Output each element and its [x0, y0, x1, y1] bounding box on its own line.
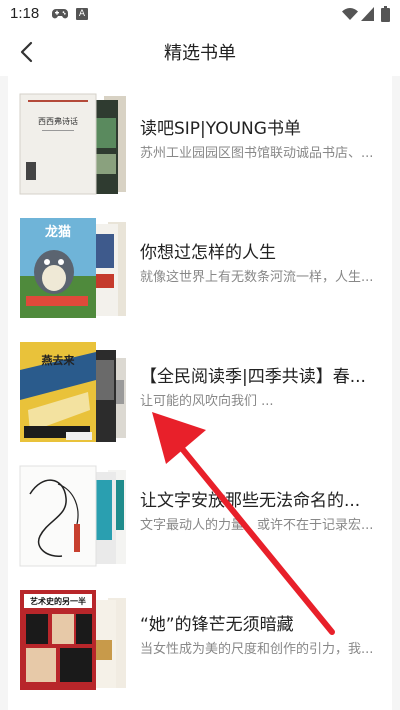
status-bar: 1:18 A [0, 0, 400, 28]
booklist-cover [19, 465, 126, 567]
booklist-item[interactable]: 让文字安放那些无法命名的... 文字最动人的力量，或许不在于记录宏... [8, 448, 392, 572]
a-badge-icon: A [76, 8, 88, 20]
cover-title-text: 艺术史的另一半 [30, 596, 86, 606]
booklist-description: 苏州工业园园区图书馆联动诚品书店、... [140, 146, 374, 161]
signal-icon [361, 7, 374, 21]
booklist-cover: 龙猫 [20, 218, 126, 318]
booklist-item[interactable]: 燕去来 【全民阅读季|四季共读】春... 让可能的风吹向我们 ... [8, 324, 392, 448]
wifi-icon [342, 8, 358, 20]
booklist-title: 让文字安放那些无法命名的... [140, 491, 361, 511]
booklist-title: “她”的锋芒无须暗藏 [140, 615, 294, 635]
content-area: 西西弗诗话 读吧SIP|YOUNG书单 苏州工业园园区图书馆联动诚品书店、...… [0, 76, 400, 710]
battery-icon [381, 6, 390, 22]
booklist-description: 文字最动人的力量，或许不在于记录宏... [140, 518, 374, 533]
booklist-title: 读吧SIP|YOUNG书单 [140, 119, 301, 139]
booklist-description: 就像这世界上有无数条河流一样，人生... [140, 270, 374, 285]
booklist-title: 【全民阅读季|四季共读】春... [140, 367, 366, 387]
booklist-cover: 燕去来 [20, 342, 126, 442]
booklist-item[interactable]: 西西弗诗话 读吧SIP|YOUNG书单 苏州工业园园区图书馆联动诚品书店、... [8, 76, 392, 200]
gamepad-icon [52, 9, 68, 19]
booklist-cover: 艺术史的另一半 [20, 590, 126, 690]
cover-title-text: 燕去来 [42, 353, 76, 367]
booklist-item[interactable]: 龙猫 你想过怎样的人生 就像这世界上有无数条河流一样，人生... [8, 200, 392, 324]
booklist-description: 当女性成为美的尺度和创作的引力，我... [140, 642, 374, 657]
cover-title-text: 西西弗诗话 [38, 116, 78, 126]
status-time: 1:18 [10, 5, 40, 22]
header-bar: 精选书单 [0, 28, 400, 76]
booklist-title: 你想过怎样的人生 [140, 243, 276, 263]
booklist-item[interactable]: 艺术史的另一半 “她”的锋芒无须暗藏 当女性成为美的尺度和创作的引力，我... [8, 572, 392, 696]
booklist-list: 西西弗诗话 读吧SIP|YOUNG书单 苏州工业园园区图书馆联动诚品书店、...… [8, 76, 392, 710]
booklist-cover: 西西弗诗话 [19, 93, 126, 195]
page-title: 精选书单 [164, 43, 236, 64]
booklist-description: 让可能的风吹向我们 ... [140, 394, 274, 409]
cover-title-text: 龙猫 [45, 224, 71, 240]
